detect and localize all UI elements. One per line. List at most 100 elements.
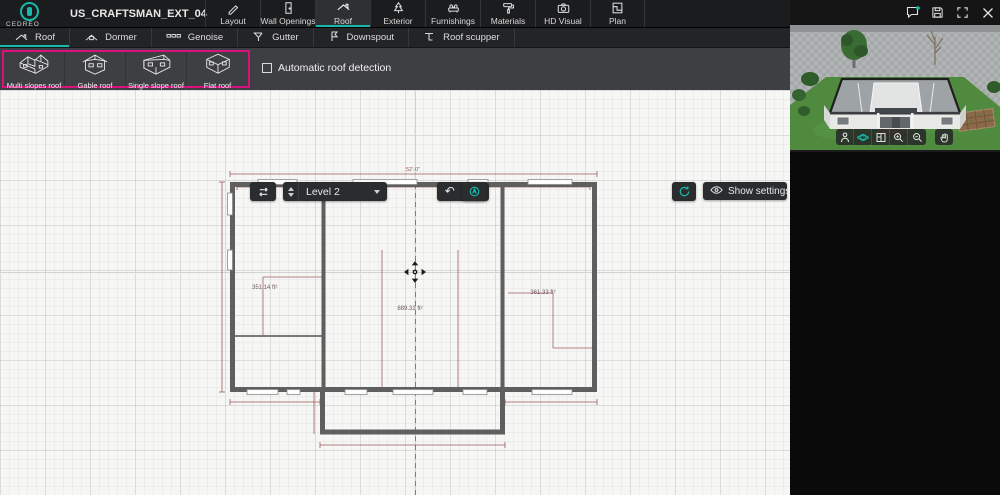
preview-panel-header: [790, 0, 1000, 25]
preview-zoom-out-button[interactable]: [908, 129, 926, 145]
compass-button[interactable]: [462, 182, 486, 201]
tab-label: Materials: [490, 16, 526, 26]
tab-label: Wall Openings: [260, 16, 316, 26]
tab-exterior[interactable]: Exterior: [370, 0, 425, 27]
gutter-icon: [252, 30, 266, 45]
gable-roof-icon: [75, 49, 115, 80]
header-bar: CEDREO US_CRAFTSMAN_EXT_04 Layout Wall O…: [0, 0, 790, 28]
checkbox-icon: [262, 63, 272, 73]
main-tabs: Layout Wall Openings Roof Exterior Furni…: [205, 0, 645, 27]
ribbon-item-roof-scupper[interactable]: Roof scupper: [409, 28, 515, 47]
paint-roller-icon: [501, 1, 516, 15]
ribbon-item-genoise[interactable]: Genoise: [152, 28, 239, 47]
camera-icon: [556, 1, 571, 15]
single-slope-roof-icon: [136, 49, 176, 80]
ribbon-label: Genoise: [187, 32, 224, 43]
ribbon-label: Roof scupper: [443, 32, 500, 43]
preview-panel-body: [790, 150, 1000, 495]
roof-type-gable[interactable]: Gable roof: [65, 49, 126, 90]
feedback-chat-icon[interactable]: [905, 5, 920, 20]
tab-furnishings[interactable]: Furnishings: [425, 0, 480, 27]
cedreo-app: CEDREO US_CRAFTSMAN_EXT_04 Layout Wall O…: [0, 0, 1000, 495]
tab-label: Exterior: [383, 16, 413, 26]
roof-type-flat[interactable]: Flat roof: [187, 49, 248, 90]
tab-label: Roof: [334, 16, 352, 26]
first-person-view-button[interactable]: [836, 129, 854, 145]
tab-label: Plan: [608, 16, 626, 26]
tab-label: Layout: [220, 16, 246, 26]
pan-hand-button[interactable]: [935, 129, 953, 145]
preview-zoom-in-button[interactable]: [890, 129, 908, 145]
app-logo[interactable]: CEDREO: [0, 0, 58, 28]
roof-icon: [336, 1, 351, 15]
floor-plan-canvas[interactable]: 52'-0" 351.14 ft² 889.32 ft² 361.33 ft²: [0, 90, 790, 495]
room-area-label-center: 889.32 ft²: [397, 306, 422, 312]
plan-view-button[interactable]: [872, 129, 890, 145]
multi-slopes-roof-icon: [14, 49, 54, 80]
tab-roof[interactable]: Roof: [315, 0, 370, 27]
blueprint-icon: [610, 1, 625, 15]
save-icon[interactable]: [930, 5, 945, 20]
move-cursor-icon[interactable]: [404, 261, 426, 283]
roof-tools-row: Multi slopes roof Gable roof Single slop…: [0, 48, 790, 90]
room-area-label-right: 361.33 ft²: [530, 290, 555, 296]
flat-roof-icon: [198, 49, 238, 80]
level-stepper[interactable]: [283, 182, 299, 201]
tab-layout[interactable]: Layout: [205, 0, 260, 27]
ribbon-label: Roof: [35, 32, 56, 43]
roof-type-multi-slopes[interactable]: Multi slopes roof: [4, 49, 65, 90]
swap-level-view-button[interactable]: [250, 182, 276, 201]
ribbon-item-downspout[interactable]: Downspout: [314, 28, 410, 47]
sync-view-button[interactable]: [672, 182, 696, 201]
undo-button[interactable]: ↶: [437, 182, 463, 201]
roof-scupper-icon: [423, 30, 437, 45]
room-area-label-left: 351.14 ft²: [252, 285, 277, 291]
eye-icon: [710, 185, 723, 198]
roof-type-label: Single slope roof: [128, 80, 184, 90]
genoise-bricks-icon: [166, 31, 182, 44]
preview-panel: [790, 0, 1000, 495]
tab-wall-openings[interactable]: Wall Openings: [260, 0, 315, 27]
tab-label: HD Visual: [544, 16, 582, 26]
project-name: US_CRAFTSMAN_EXT_04: [70, 7, 207, 20]
3d-preview-viewport[interactable]: [790, 25, 1000, 150]
tab-materials[interactable]: Materials: [480, 0, 535, 27]
tree-icon: [391, 1, 406, 15]
ribbon-item-gutter[interactable]: Gutter: [238, 28, 314, 47]
close-icon[interactable]: [980, 5, 995, 20]
tab-hd-visual[interactable]: HD Visual: [535, 0, 590, 27]
automatic-roof-detection-checkbox[interactable]: Automatic roof detection: [262, 62, 391, 74]
ribbon-label: Dormer: [105, 32, 137, 43]
preview-toolbar: [836, 129, 953, 145]
cedreo-logo-icon: [20, 2, 39, 21]
level-selector[interactable]: Level 2: [283, 182, 387, 201]
chevron-down-icon: [374, 189, 380, 194]
downspout-icon: [328, 30, 341, 45]
floor-plan-drawing: 52'-0" 351.14 ft² 889.32 ft² 361.33 ft²: [0, 90, 790, 495]
ribbon-item-dormer[interactable]: Dormer: [70, 28, 152, 47]
door-icon: [281, 1, 296, 15]
sofa-icon: [446, 1, 461, 15]
ribbon-item-roof[interactable]: Roof: [0, 28, 71, 47]
show-settings-dropdown[interactable]: Show settings: [703, 182, 790, 200]
roof-type-label: Flat roof: [203, 80, 232, 90]
dimension-label-top: 52'-0": [406, 167, 420, 173]
roof-type-label: Multi slopes roof: [6, 80, 62, 90]
roof-type-label: Gable roof: [77, 80, 113, 90]
tab-plan[interactable]: Plan: [590, 0, 645, 27]
logo-text: CEDREO: [6, 21, 40, 28]
checkbox-label: Automatic roof detection: [278, 62, 392, 74]
orbit-view-button[interactable]: [854, 129, 872, 145]
show-settings-label: Show settings: [728, 185, 790, 197]
roof-type-single-slope[interactable]: Single slope roof: [126, 49, 187, 90]
level-label: Level 2: [306, 185, 340, 198]
step-down-icon: [287, 192, 294, 197]
step-up-icon: [287, 186, 294, 191]
ribbon-label: Gutter: [272, 32, 299, 43]
roof-outline-icon: [14, 31, 29, 45]
main-area: CEDREO US_CRAFTSMAN_EXT_04 Layout Wall O…: [0, 0, 790, 495]
roof-types-highlight-box: Multi slopes roof Gable roof Single slop…: [2, 49, 250, 90]
fullscreen-icon[interactable]: [955, 5, 970, 20]
pencil-icon: [226, 1, 241, 15]
dormer-icon: [84, 31, 99, 45]
